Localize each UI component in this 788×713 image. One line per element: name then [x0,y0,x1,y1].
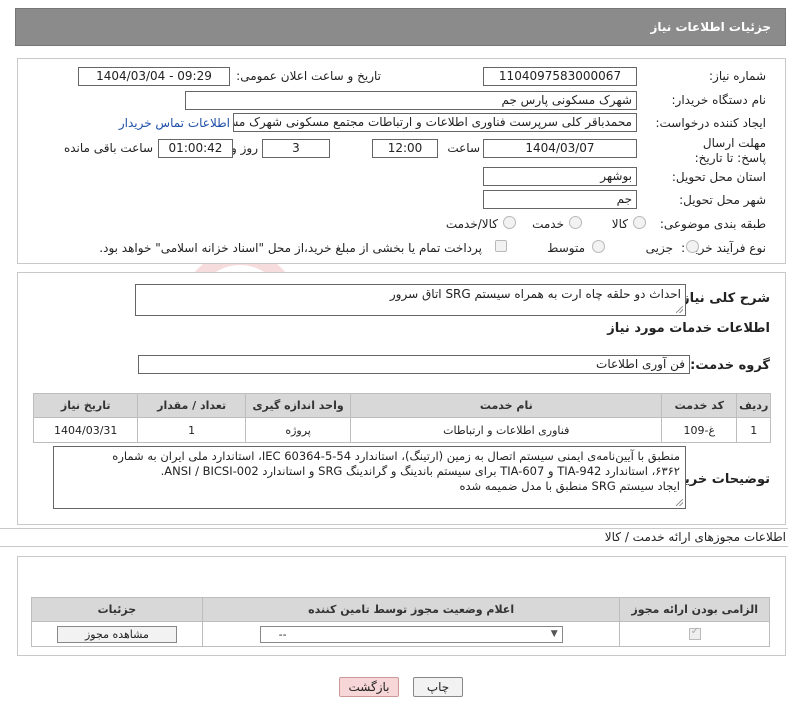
city-label: شهر محل تحویل: [679,193,766,207]
deadline-time-field: 12:00 [372,139,438,158]
process-minor-label: جزیی [645,241,673,255]
page-header: جزئیات اطلاعات نیاز [15,8,786,46]
remaining-time-label: ساعت باقی مانده [63,141,153,155]
cell-quantity: 1 [137,417,246,443]
table-row: ✓ -- ▼ مشاهده مجوز [31,621,770,647]
buyer-org-label: نام دستگاه خریدار: [671,93,767,107]
services-table: ردیف کد خدمت نام خدمت واحد اندازه گیری ت… [32,393,771,443]
city-field: جم [483,190,637,209]
col-quantity: تعداد / مقدار [137,393,246,418]
need-info-panel [17,58,786,264]
col-permit-required: الزامی بودن ارائه مجوز [619,597,770,622]
col-permit-status: اعلام وضعیت مجوز توسط تامین کننده [201,597,621,622]
permit-status-value: -- [278,627,287,641]
cell-need-date: 1404/03/31 [32,417,139,443]
col-row: ردیف [736,393,771,418]
permits-table-header: الزامی بودن ارائه مجوز اعلام وضعیت مجوز … [31,597,770,622]
category-goods-service-label: کالا/خدمت [445,217,498,231]
category-goods-service-radio[interactable] [503,216,516,229]
announce-date-label: تاریخ و ساعت اعلان عمومی: [236,69,381,83]
remaining-time-field: 01:00:42 [158,139,233,158]
table-row: 1 غ-109 فناوری اطلاعات و ارتباطات پروژه … [32,417,771,443]
buyer-notes-textarea: منطبق با آیین‌نامه‌ی ایمنی سیستم اتصال ب… [53,446,686,509]
creator-field: محمدباقر کلی سرپرست فناوری اطلاعات و ارت… [233,113,637,132]
resize-grip-icon[interactable] [676,499,683,506]
permit-required-checkbox[interactable]: ✓ [688,626,701,640]
buyer-notes-text: منطبق با آیین‌نامه‌ی ایمنی سیستم اتصال ب… [58,449,680,494]
cell-permit-required: ✓ [619,621,770,647]
process-minor-radio[interactable] [686,240,699,253]
col-service-code: کد خدمت [661,393,738,418]
province-field: بوشهر [483,167,637,186]
province-label: استان محل تحویل: [671,170,766,184]
cell-service-name: فناوری اطلاعات و ارتباطات [350,417,663,443]
chevron-down-icon: ▼ [550,628,558,639]
resize-grip-icon[interactable] [676,306,683,313]
summary-label: شرح کلی نیاز: [676,291,770,306]
category-service-label: خدمت [532,217,564,231]
permits-table: الزامی بودن ارائه مجوز اعلام وضعیت مجوز … [31,597,770,647]
service-group-label: گروه خدمت: [690,358,770,373]
buyer-notes-line: ۶۳۶۲، استاندارد TIA-942 و TIA-607 برای س… [160,464,680,478]
col-permit-details: جزئیات [31,597,203,622]
creator-label: ایجاد کننده درخواست: [655,116,766,130]
cell-unit: پروژه [244,417,352,443]
category-goods-radio[interactable] [633,216,646,229]
buyer-notes-line: ایجاد سیستم SRG منطبق با مدل ضمیمه شده [459,479,680,493]
print-button[interactable]: چاپ [413,677,463,697]
need-number-field: 1104097583000067 [483,67,637,86]
col-need-date: تاریخ نیاز [32,393,139,418]
back-button[interactable]: بازگشت [339,677,399,697]
summary-textarea: احداث دو حلقه چاه ارت به همراه سیستم SRG… [135,284,686,316]
view-permit-button[interactable]: مشاهده مجوز [56,625,177,643]
cell-permit-details: مشاهده مجوز [31,621,203,647]
need-number-label: شماره نیاز: [709,69,766,83]
summary-text: احداث دو حلقه چاه ارت به همراه سیستم SRG… [389,287,681,301]
permit-status-select[interactable]: -- ▼ [259,625,563,643]
days-remaining-field: 3 [262,139,330,158]
cell-service-code: غ-109 [661,417,738,443]
deadline-time-label: ساعت [447,141,480,155]
deadline-date-field: 1404/03/07 [483,139,637,158]
divider [0,528,788,529]
buyer-notes-line: منطبق با آیین‌نامه‌ی ایمنی سیستم اتصال ب… [112,449,680,463]
buyer-org-field: شهرک مسکونی پارس جم [185,91,637,110]
buyer-contact-link[interactable]: اطلاعات تماس خریدار [119,116,230,130]
cell-row: 1 [736,417,771,443]
col-service-name: نام خدمت [350,393,663,418]
treasury-payment-checkbox[interactable] [495,240,507,252]
category-service-radio[interactable] [569,216,582,229]
announce-date-field: 1404/03/04 - 09:29 [78,67,230,86]
service-group-field: فن آوری اطلاعات [138,355,690,374]
deadline-label: مهلت ارسال پاسخ: تا تاریخ: [694,136,766,165]
treasury-payment-note: پرداخت تمام یا بخشی از مبلغ خرید،از محل … [99,241,482,255]
cell-permit-status: -- ▼ [201,621,621,647]
divider [0,546,788,547]
check-icon: ✓ [690,626,700,637]
category-label: طبقه بندی موضوعی: [659,217,766,231]
col-unit: واحد اندازه گیری [244,393,352,418]
process-medium-radio[interactable] [592,240,605,253]
process-medium-label: متوسط [547,241,585,255]
days-label: روز و [231,141,258,155]
services-table-header: ردیف کد خدمت نام خدمت واحد اندازه گیری ت… [32,393,771,418]
page-title: جزئیات اطلاعات نیاز [650,20,771,34]
permits-section-title: اطلاعات مجوزهای ارائه خدمت / کالا [604,530,786,544]
services-section-title: اطلاعات خدمات مورد نیاز [607,321,770,336]
category-goods-label: کالا [611,217,628,231]
